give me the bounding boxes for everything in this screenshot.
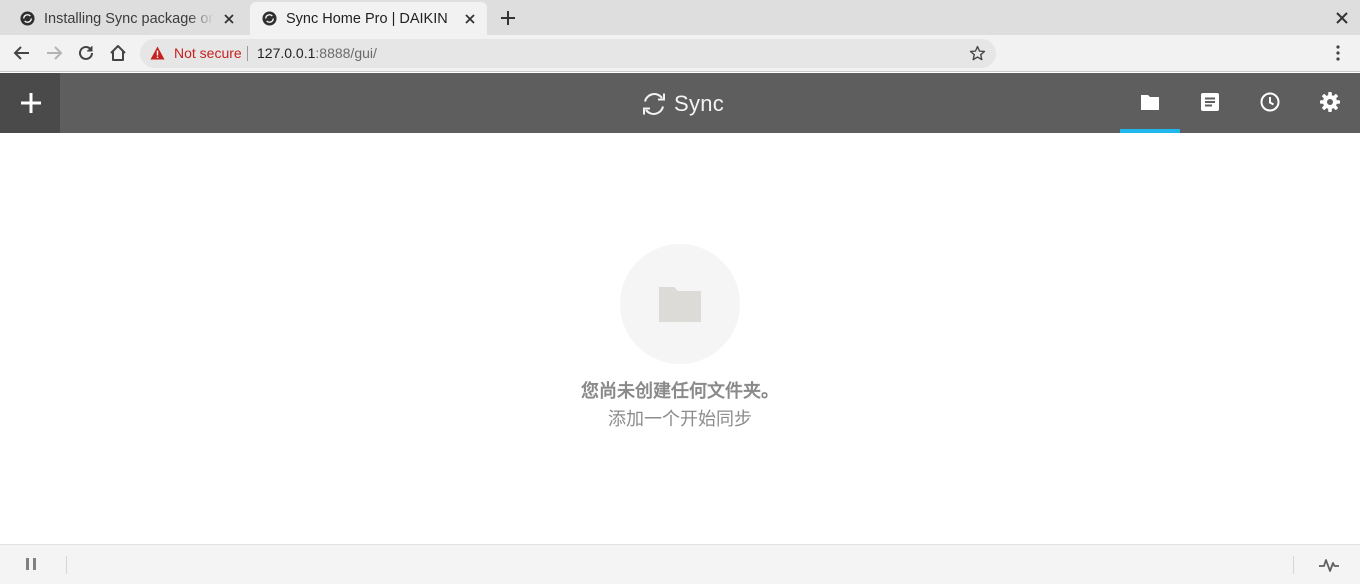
back-icon[interactable]: [12, 43, 32, 63]
empty-state-subtitle: 添加一个开始同步: [608, 409, 752, 429]
star-icon[interactable]: [969, 45, 986, 62]
nav-settings-button[interactable]: [1300, 73, 1360, 133]
security-label[interactable]: Not secure: [174, 45, 242, 61]
browser-toolbar: Not secure 127.0.0.1:8888/gui/: [0, 35, 1360, 72]
nav-recent-button[interactable]: [1240, 73, 1300, 133]
divider: [1293, 556, 1294, 574]
url-path: :8888/gui/: [315, 45, 377, 61]
status-bar: [0, 544, 1360, 584]
app-header: Sync: [0, 73, 1360, 133]
sync-logo-icon: [643, 93, 665, 115]
tab-sync-home-pro[interactable]: Sync Home Pro | DAIKIN: [250, 2, 487, 35]
sync-logo: Sync: [640, 89, 724, 119]
pause-icon[interactable]: [24, 557, 38, 571]
empty-state-title: 您尚未创建任何文件夹。: [581, 381, 779, 401]
window-close-icon[interactable]: [1334, 10, 1350, 26]
divider: [66, 556, 67, 574]
nav-history-button[interactable]: [1180, 73, 1240, 133]
empty-folder-illustration: [620, 244, 740, 364]
reload-icon[interactable]: [76, 43, 96, 63]
divider: [247, 46, 248, 61]
url-text[interactable]: 127.0.0.1:8888/gui/: [257, 45, 377, 61]
logo-text: Sync: [674, 91, 725, 116]
forward-icon[interactable]: [44, 43, 64, 63]
tab-title: Installing Sync package on: [44, 10, 214, 27]
close-icon[interactable]: [463, 12, 477, 26]
nav-folders-button[interactable]: [1120, 73, 1180, 133]
folder-icon: [659, 287, 701, 322]
sync-favicon-icon: [20, 11, 35, 26]
tab-title: Sync Home Pro | DAIKIN: [286, 10, 448, 27]
new-tab-icon[interactable]: [499, 9, 517, 27]
url-host: 127.0.0.1: [257, 45, 316, 61]
menu-icon[interactable]: [1330, 44, 1346, 62]
warning-icon[interactable]: [150, 46, 165, 60]
folder-icon: [1141, 95, 1159, 110]
address-bar[interactable]: Not secure 127.0.0.1:8888/gui/: [140, 39, 996, 68]
list-icon: [1201, 93, 1219, 111]
gear-icon: [1320, 92, 1340, 112]
sync-favicon-icon: [262, 11, 277, 26]
add-icon: [21, 93, 41, 113]
tab-installing-sync[interactable]: Installing Sync package on: [8, 2, 246, 35]
clock-icon: [1260, 92, 1280, 112]
home-icon[interactable]: [108, 43, 128, 63]
add-folder-button[interactable]: [0, 73, 60, 133]
close-icon[interactable]: [222, 12, 236, 26]
tab-strip: Installing Sync package on Sync Home Pro…: [0, 0, 1360, 35]
activity-icon[interactable]: [1318, 557, 1340, 573]
